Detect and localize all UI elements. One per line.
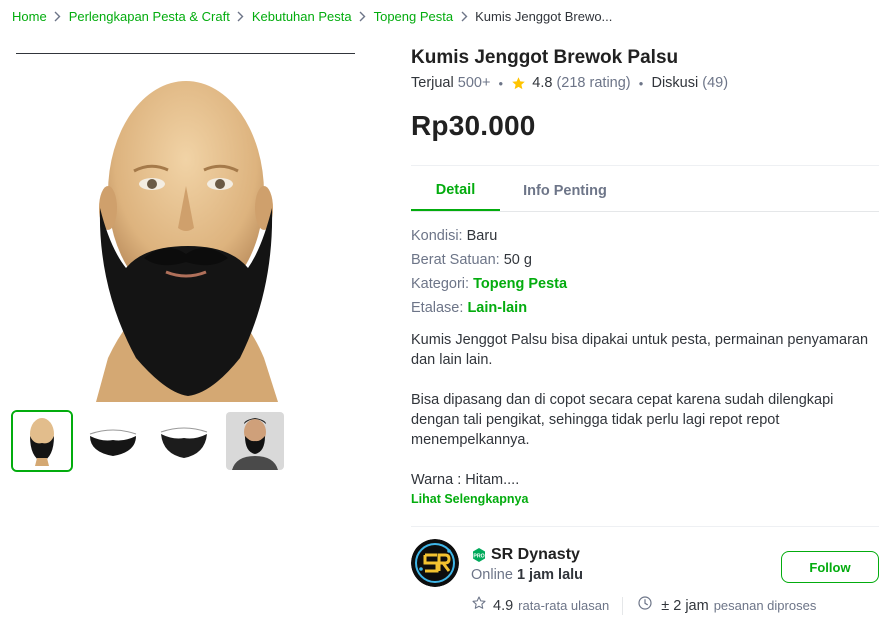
thumbnail-2[interactable] [82,410,144,472]
shop-rating-label: rata-rata ulasan [518,598,610,613]
dot-separator: ● [638,78,644,88]
shop-name-row: PRO SR Dynasty [471,546,580,564]
tab-info-penting[interactable]: Info Penting [500,170,630,212]
detail-tabs: Detail Info Penting [411,170,879,212]
spec-value: 50 g [503,252,532,268]
category-link[interactable]: Topeng Pesta [473,276,567,292]
spec-value: Baru [466,228,498,244]
breadcrumb-kebutuhan[interactable]: Kebutuhan Pesta [252,9,352,24]
follow-button[interactable]: Follow [781,551,879,583]
description-paragraph-1: Kumis Jenggot Palsu bisa dipakai untuk p… [411,332,869,368]
breadcrumb-topeng[interactable]: Topeng Pesta [374,9,454,24]
breadcrumb-perlengkapan[interactable]: Perlengkapan Pesta & Craft [69,9,230,24]
divider [411,526,879,527]
spec-kategori: Kategori: Topeng Pesta [411,276,567,292]
breadcrumb: Home Perlengkapan Pesta & Craft Kebutuha… [12,7,612,25]
svg-text:PRO: PRO [473,554,484,560]
shop-online-status: Online 1 jam lalu [471,567,583,583]
product-rating: 4.8 [532,75,553,91]
chevron-right-icon [352,11,374,22]
shop-rating: 4.9 [493,597,514,614]
image-top-divider [16,53,355,54]
process-time: ± 2 jam [661,597,709,614]
divider [622,596,624,615]
divider [411,165,879,166]
see-more-link[interactable]: Lihat Selengkapnya [411,492,528,506]
thumbnail-3[interactable] [153,410,215,472]
spec-label: Kategori: [411,276,470,292]
spec-label: Berat Satuan: [411,252,500,268]
description-paragraph-2: Bisa dipasang dan di copot secara cepat … [411,392,834,448]
sold-count: 500+ [457,75,491,91]
spec-etalase: Etalase: Lain-lain [411,300,527,316]
breadcrumb-home[interactable]: Home [12,9,47,24]
star-icon [511,76,526,91]
process-label: pesanan diproses [713,598,817,613]
star-outline-icon [471,595,487,616]
product-stats: Terjual 500+ ● 4.8 (218 rating) ● Diskus… [411,75,728,91]
main-product-image[interactable] [16,58,361,402]
chevron-right-icon [230,11,252,22]
product-price: Rp30.000 [411,110,536,141]
rating-count[interactable]: (218 rating) [556,75,630,91]
spec-label: Etalase: [411,300,464,316]
dot-separator: ● [498,78,504,88]
shop-avatar[interactable] [411,539,459,587]
spec-label: Kondisi: [411,228,463,244]
spec-berat: Berat Satuan: 50 g [411,252,532,268]
spec-kondisi: Kondisi: Baru [411,228,497,244]
thumbnail-1[interactable] [11,410,73,472]
product-title: Kumis Jenggot Brewok Palsu [411,47,679,68]
pro-badge-icon: PRO [471,547,487,563]
clock-icon [637,595,653,616]
discussion-count[interactable]: (49) [702,75,728,91]
thumbnail-list [11,410,286,472]
chevron-right-icon [453,11,475,22]
shop-name[interactable]: SR Dynasty [491,546,580,564]
online-prefix: Online [471,567,513,583]
sold-label: Terjual [411,75,454,91]
etalase-link[interactable]: Lain-lain [467,300,527,316]
shop-stats: 4.9 rata-rata ulasan ± 2 jam pesanan dip… [471,595,816,616]
thumbnail-4[interactable] [224,410,286,472]
chevron-right-icon [47,11,69,22]
discussion-label[interactable]: Diskusi [651,75,698,91]
online-time: 1 jam lalu [516,567,584,583]
description-paragraph-3: Warna : Hitam.... [411,472,520,488]
breadcrumb-current: Kumis Jenggot Brewo... [475,8,613,24]
tab-detail[interactable]: Detail [411,170,500,211]
